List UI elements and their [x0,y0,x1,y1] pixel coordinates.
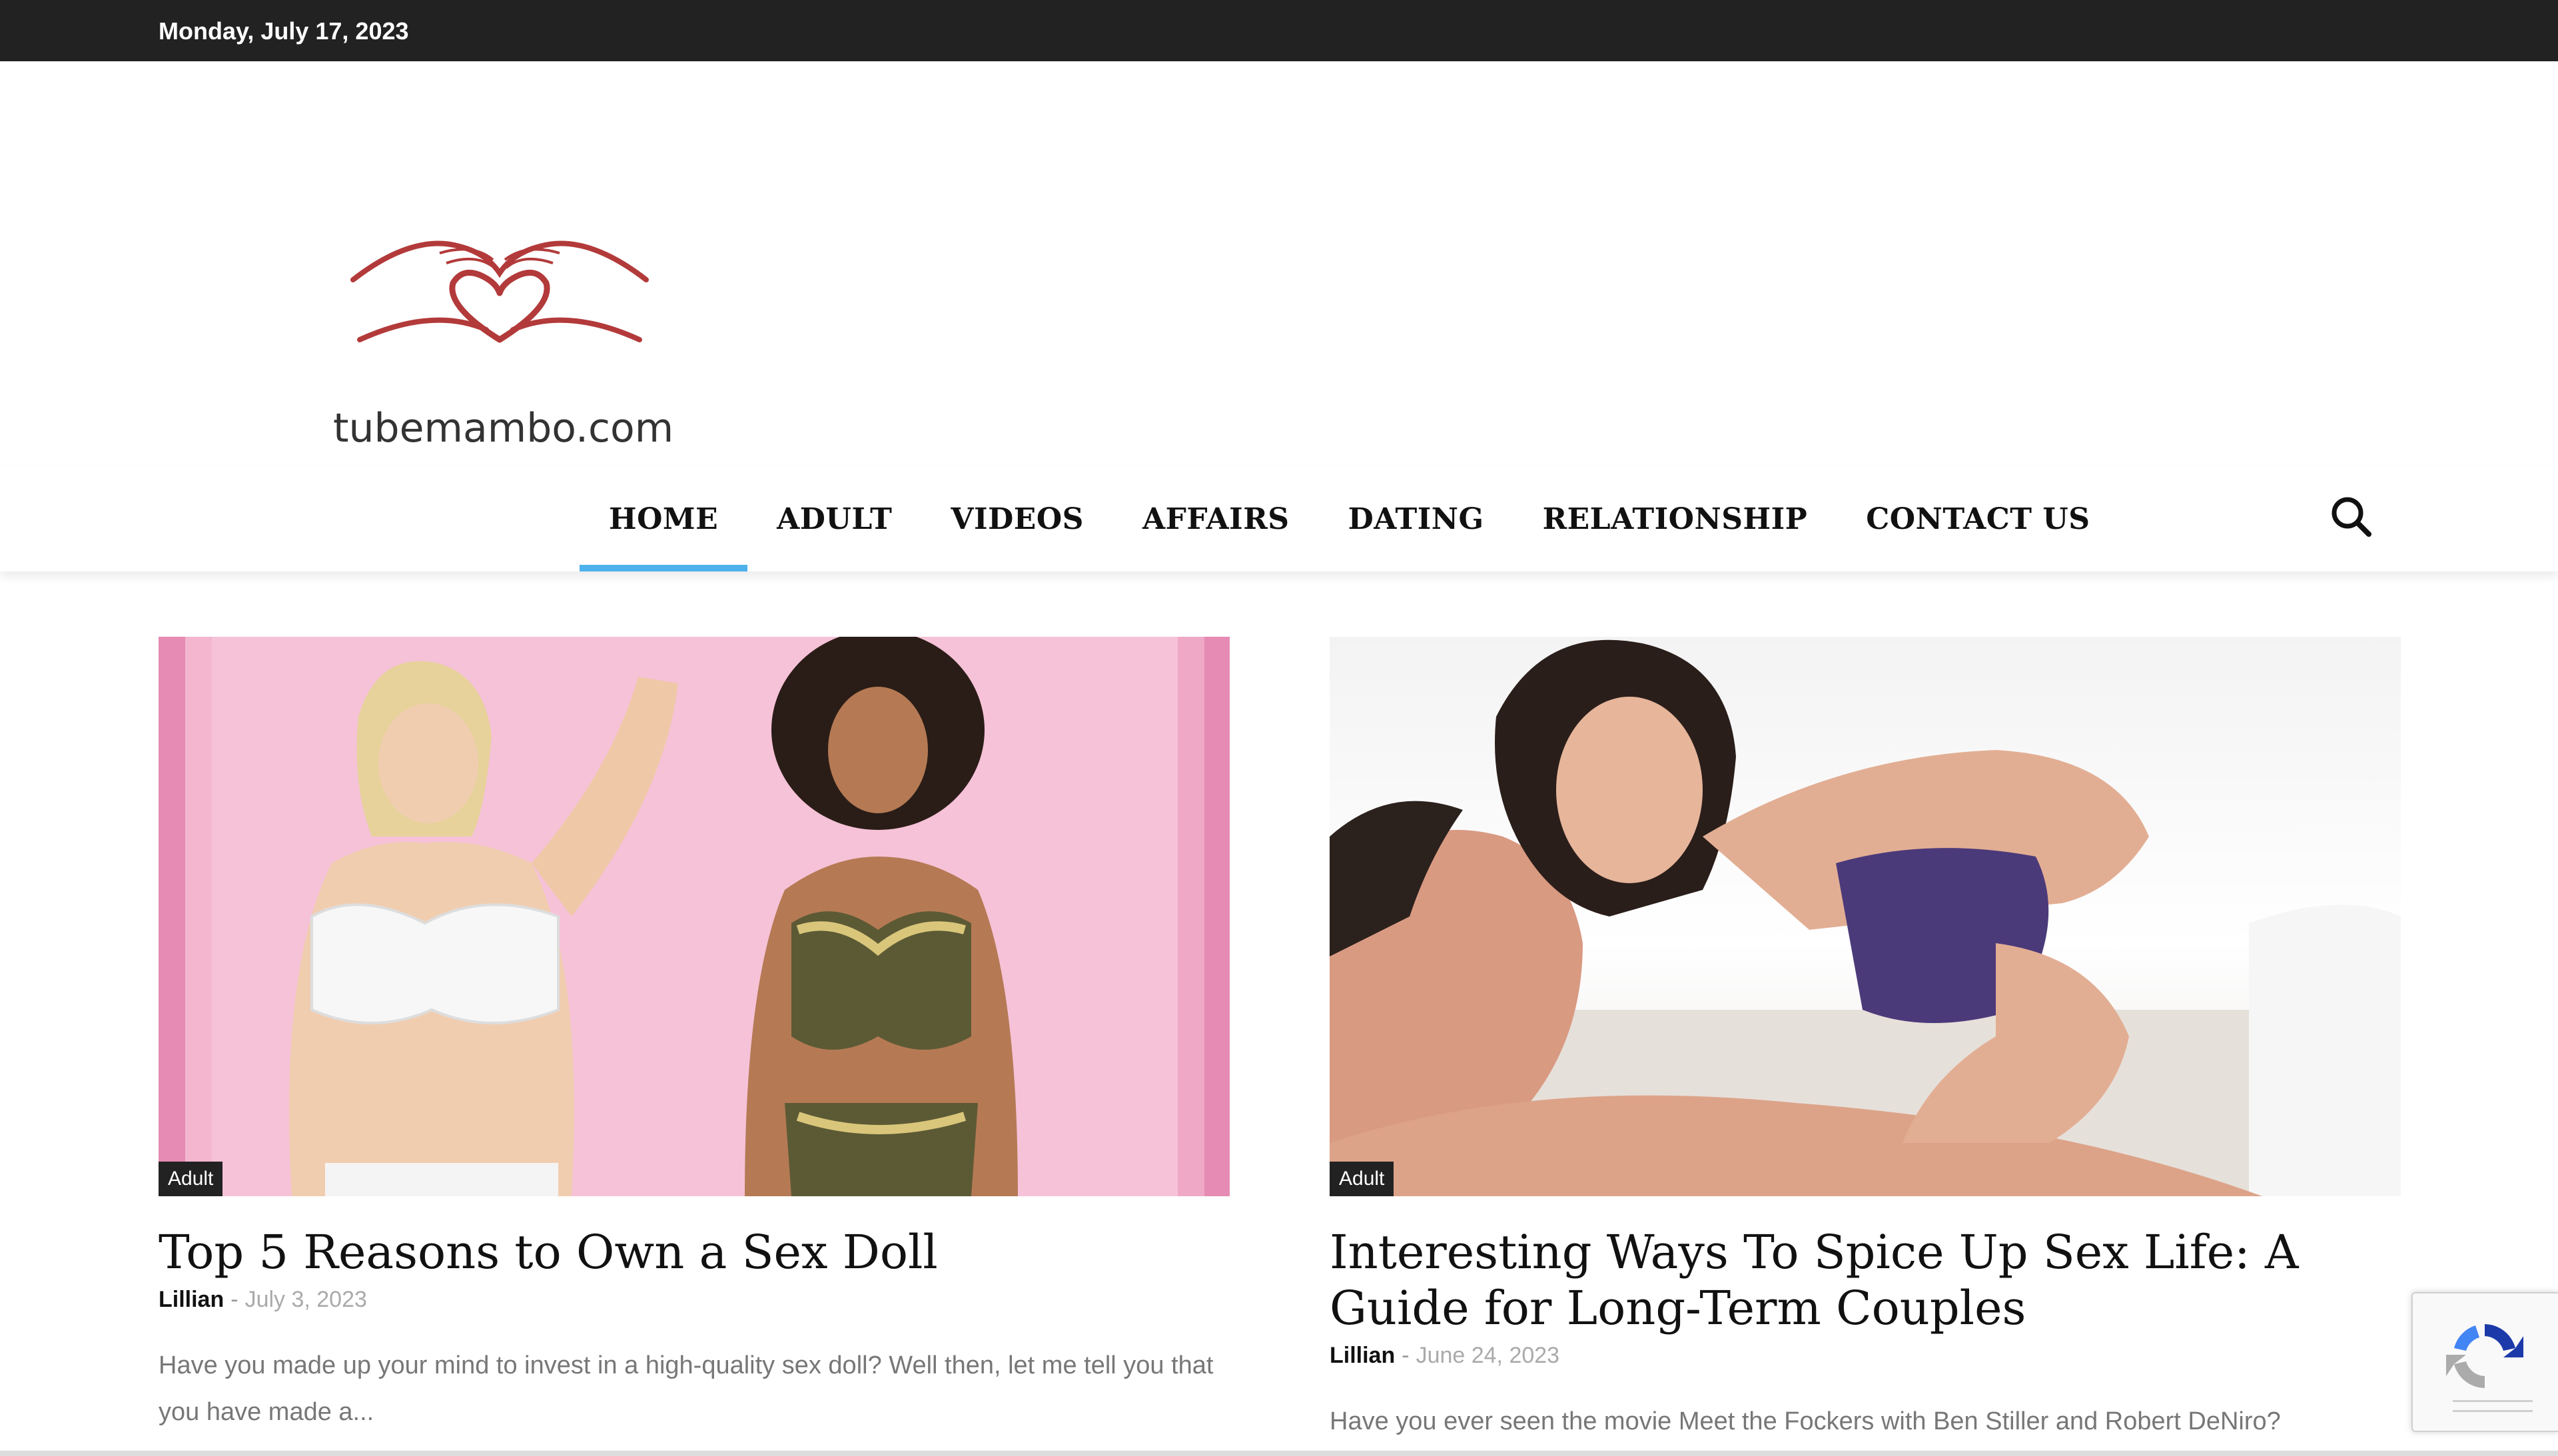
article-thumbnail[interactable]: Adult [159,637,1230,1196]
site-logo[interactable]: tubemambo.com [333,206,674,460]
article-meta: Lillian - June 24, 2023 [1330,1343,2401,1369]
nav-item-affairs[interactable]: AFFAIRS [1113,466,1319,571]
nav-item-adult[interactable]: ADULT [747,466,921,571]
article-author[interactable]: Lillian [159,1287,224,1312]
recaptcha-icon [2446,1324,2523,1388]
article-card: Adult Top 5 Reasons to Own a Sex Doll Li… [159,637,1230,1435]
recaptcha-badge[interactable] [2411,1292,2558,1432]
recaptcha-terms [2453,1400,2533,1412]
nav-item-relationship[interactable]: RELATIONSHIP [1513,466,1837,571]
main-navigation: HOME ADULT VIDEOS AFFAIRS DATING RELATIO… [0,466,2558,571]
article-card: Adult Interesting Ways To Spice Up Sex L… [1330,637,2401,1445]
logo-text: tubemambo.com [333,405,674,452]
page-bottom-edge [0,1451,2558,1456]
search-icon [2332,497,2371,537]
article-title[interactable]: Interesting Ways To Spice Up Sex Life: A… [1330,1224,2401,1336]
search-button[interactable] [2328,493,2374,540]
current-date: Monday, July 17, 2023 [159,17,409,45]
category-badge[interactable]: Adult [159,1162,223,1196]
nav-item-contact-us[interactable]: CONTACT US [1837,466,2119,571]
article-title[interactable]: Top 5 Reasons to Own a Sex Doll [159,1224,1230,1280]
nav-item-dating[interactable]: DATING [1319,466,1513,571]
logo-hands-heart-icon [350,240,649,343]
category-badge[interactable]: Adult [1330,1162,1394,1196]
article-date: June 24, 2023 [1416,1343,1560,1368]
meta-separator: - [230,1287,238,1312]
article-image [289,637,1018,1196]
article-excerpt: Have you ever seen the movie Meet the Fo… [1330,1407,2281,1435]
article-meta: Lillian - July 3, 2023 [159,1287,1230,1313]
article-date: July 3, 2023 [244,1287,367,1312]
nav-menu: HOME ADULT VIDEOS AFFAIRS DATING RELATIO… [580,466,2120,571]
article-author[interactable]: Lillian [1330,1343,1395,1368]
article-thumbnail[interactable]: Adult [1330,637,2401,1196]
article-image [1330,639,2401,1196]
top-bar: Monday, July 17, 2023 [0,0,2558,61]
nav-item-videos[interactable]: VIDEOS [921,466,1113,571]
meta-separator: - [1402,1343,1410,1368]
article-excerpt: Have you made up your mind to invest in … [159,1351,1214,1426]
nav-item-home[interactable]: HOME [580,466,748,571]
